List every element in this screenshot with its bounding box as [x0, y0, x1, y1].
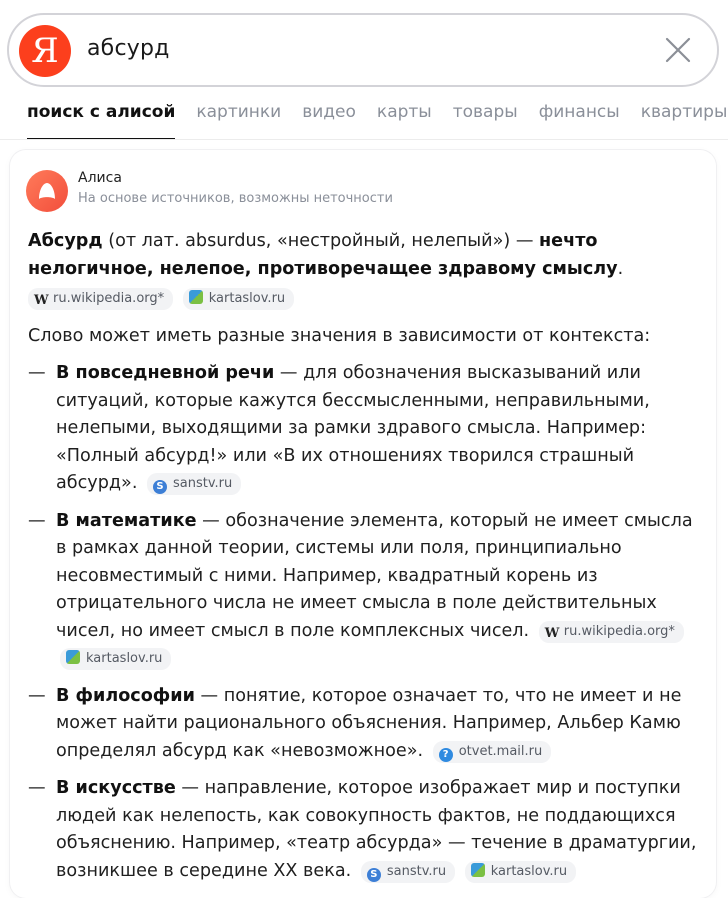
intro-sources: Wru.wikipedia.org* kartaslov.ru [24, 285, 698, 313]
tab-maps[interactable]: карты [377, 98, 432, 140]
list-dash: — [28, 510, 46, 531]
close-icon[interactable] [665, 37, 691, 63]
source-label: kartaslov.ru [208, 291, 286, 306]
source-label: otvet.mail.ru [458, 743, 543, 759]
source-label: kartaslov.ru [490, 863, 568, 879]
intro-mid: (от лат. absurdus, «нестройный, нелепый»… [102, 231, 540, 251]
source-chip[interactable]: Wru.wikipedia.org* [28, 288, 174, 310]
sanstv-icon: S [153, 480, 167, 494]
list-dash: — [28, 778, 46, 798]
source-label: ru.wikipedia.org* [563, 623, 675, 639]
answer-text: Абсурд (от лат. absurdus, «нестройный, н… [28, 228, 698, 895]
header: Я абсурд поиск с алисой картинки видео карт… [0, 0, 728, 150]
source-label: sanstv.ru [386, 863, 447, 879]
source-chip[interactable]: Ssanstv.ru [147, 473, 242, 495]
source-chip[interactable]: Ssanstv.ru [360, 860, 456, 883]
wikipedia-icon: W [34, 293, 49, 308]
list-dash: — [28, 363, 46, 383]
source-label: kartaslov.ru [86, 651, 163, 666]
yandex-logo[interactable]: Я [19, 25, 71, 77]
alice-disclaimer: На основе источников, возможны неточност… [78, 191, 393, 206]
tab-video[interactable]: видео [302, 98, 356, 140]
tab-apartments[interactable]: квартиры [641, 98, 728, 140]
alice-name: Алиса [78, 170, 122, 186]
item-term: В философии [56, 685, 195, 706]
tab-alice-search[interactable]: поиск с алисой [27, 98, 176, 140]
intro-end: . [617, 258, 624, 279]
source-label: ru.wikipedia.org* [53, 291, 165, 306]
item-term: В математике [56, 510, 197, 531]
source-chip[interactable]: ? otvet.mail.ru [432, 740, 552, 763]
tabs-divider [0, 139, 728, 140]
item-term: В повседневной речи [56, 363, 275, 383]
item-term: В искусстве [56, 778, 176, 798]
source-chip[interactable]: kartaslov.ru [182, 288, 295, 310]
search-input[interactable]: абсурд [87, 36, 170, 61]
list-item: — В искусстве — направление, которое изо… [28, 775, 698, 885]
kartaslov-icon [470, 862, 485, 877]
list-item: — В философии — понятие, которое означае… [28, 683, 698, 766]
tab-goods[interactable]: товары [453, 98, 518, 140]
list-item: — В математике — обозначение элемента, к… [28, 508, 698, 673]
source-chip[interactable]: kartaslov.ru [60, 648, 172, 670]
search-tabs: поиск с алисой картинки видео карты товары фи… [27, 98, 728, 140]
source-chip[interactable]: Wru.wikipedia.org* [538, 620, 684, 643]
answer-lead: Слово может иметь разные значения в зави… [28, 325, 651, 346]
list-item: — В повседневной речи — для обозначения … [28, 360, 698, 498]
intro-term: Абсурд [28, 231, 103, 251]
kartaslov-icon [188, 290, 203, 304]
alice-icon [26, 170, 68, 212]
tab-images[interactable]: картинки [196, 98, 281, 140]
answer-intro: Абсурд (от лат. absurdus, «нестройный, н… [28, 228, 698, 283]
otvet-mail-icon: ? [438, 747, 453, 762]
tab-finance[interactable]: финансы [539, 98, 620, 140]
source-label: sanstv.ru [173, 476, 233, 491]
alice-answer-card: Алиса На основе источников, возможны нет… [10, 150, 716, 898]
source-chip[interactable]: kartaslov.ru [464, 860, 577, 883]
wikipedia-icon: W [544, 625, 560, 641]
kartaslov-icon [66, 650, 80, 664]
sanstv-icon: S [366, 867, 381, 882]
list-dash: — [28, 685, 46, 706]
search-box[interactable]: Я абсурд [7, 13, 719, 87]
